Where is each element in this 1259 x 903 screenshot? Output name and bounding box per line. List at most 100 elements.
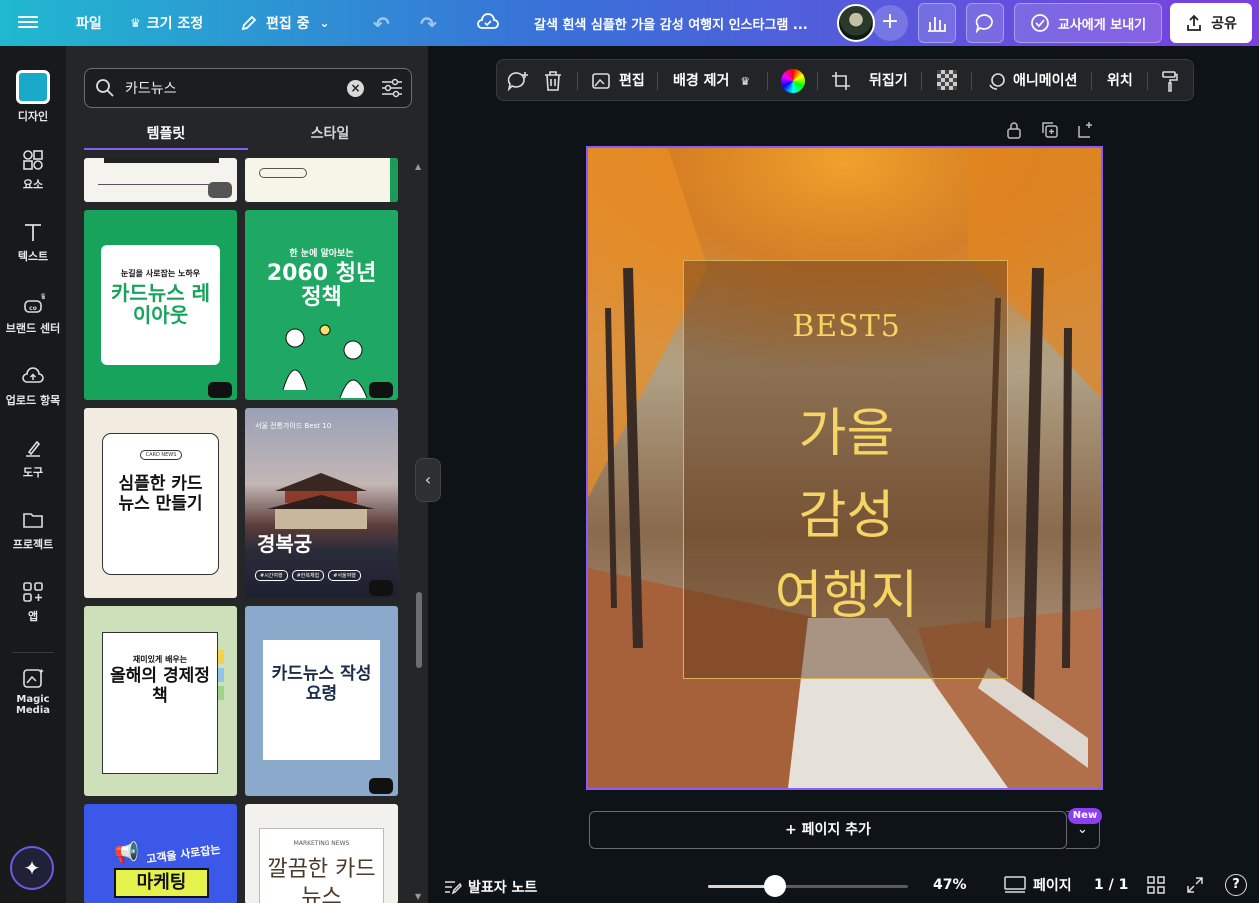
scroll-thumb[interactable]: [416, 592, 422, 668]
collapse-panel-button[interactable]: ‹: [415, 458, 441, 502]
template-card[interactable]: [84, 158, 237, 202]
grid-view-icon[interactable]: [1147, 876, 1165, 894]
template-card[interactable]: [245, 158, 398, 202]
template-card[interactable]: 고객을 사로잡는 마케팅 📢: [84, 804, 237, 903]
magic-assistant-button[interactable]: ✦: [10, 846, 54, 890]
scroll-up-arrow[interactable]: ▲: [415, 162, 421, 171]
rail-label: 도구: [22, 466, 44, 479]
rail-magic-media[interactable]: ✦ Magic Media: [0, 666, 66, 716]
redo-icon[interactable]: ↷: [420, 12, 437, 36]
duplicate-page-icon[interactable]: [1041, 121, 1059, 139]
cloud-saved-icon[interactable]: [476, 11, 500, 37]
add-comment-icon[interactable]: [507, 71, 529, 91]
text-overlay-box[interactable]: BEST5 가을 감성 여행지: [683, 260, 1008, 679]
document-title[interactable]: 갈색 흰색 심플한 가을 감성 여행지 인스타그램 ...: [534, 0, 808, 46]
panel-scrollbar[interactable]: ▲ ▼: [415, 162, 423, 902]
zoom-slider[interactable]: [708, 885, 908, 888]
card-decoration: [390, 158, 398, 202]
file-menu[interactable]: 파일: [76, 0, 102, 46]
undo-icon[interactable]: ↶: [373, 12, 390, 36]
bottom-bar: 발표자 노트 47% 페이지 1 / 1 ?: [428, 867, 1259, 903]
template-card[interactable]: MARKETING NEWS 깔끔한 카드뉴스: [245, 804, 398, 903]
animation-button[interactable]: 애니메이션: [987, 60, 1077, 102]
scroll-down-arrow[interactable]: ▼: [415, 892, 421, 901]
check-circle-icon: [1031, 14, 1049, 32]
add-page-icon[interactable]: [1077, 121, 1095, 139]
rail-label: 요소: [22, 178, 44, 191]
folder-icon: [23, 513, 43, 528]
template-pro-icon: [369, 778, 393, 794]
card-tab: [218, 650, 224, 664]
send-to-teacher-button[interactable]: 교사에게 보내기: [1014, 3, 1162, 43]
card-title: 올해의 경제정책: [110, 666, 210, 706]
template-card[interactable]: 카드뉴스 작성요령: [245, 606, 398, 796]
tab-styles[interactable]: 스타일: [248, 120, 412, 148]
headline-line-2[interactable]: 감성: [684, 473, 1009, 548]
template-pro-icon: [369, 382, 393, 398]
lock-icon[interactable]: [1006, 121, 1022, 139]
rail-projects[interactable]: 프로젝트: [0, 508, 66, 552]
color-picker-button[interactable]: [781, 69, 805, 93]
avatar[interactable]: [837, 4, 875, 42]
rail-design[interactable]: 디자인: [0, 70, 66, 124]
crop-icon[interactable]: [831, 71, 851, 91]
template-card[interactable]: 재미있게 배우는 올해의 경제정책: [84, 606, 237, 796]
filter-icon[interactable]: [381, 78, 403, 98]
canvas-toolbar: 편집 배경 제거 ♛ 뒤집기 애니메이션 위치: [496, 59, 1194, 101]
template-card[interactable]: CARD NEWS 심플한 카드뉴스 만들기: [84, 408, 237, 598]
template-card[interactable]: 한 눈에 알아보는 2060 청년정책: [245, 210, 398, 400]
paint-roller-icon[interactable]: [1161, 70, 1179, 92]
card-badge: CARD NEWS: [140, 450, 182, 460]
card-tab: [218, 668, 224, 682]
flip-button[interactable]: 뒤집기: [869, 60, 908, 102]
edit-mode-dropdown[interactable]: 편집 중 ⌄: [240, 0, 330, 46]
fullscreen-icon[interactable]: [1186, 876, 1204, 894]
help-icon[interactable]: ?: [1225, 874, 1247, 896]
rail-label: 앱: [27, 610, 39, 623]
template-card[interactable]: 눈길을 사로잡는 노하우 카드뉴스 레이아웃: [84, 210, 237, 400]
card-title: 깔끔한 카드뉴스: [267, 857, 376, 903]
text-icon: [25, 224, 41, 241]
position-button[interactable]: 위치: [1107, 60, 1133, 102]
rail-brand[interactable]: co ♛ 브랜드 센터: [0, 292, 66, 336]
template-card[interactable]: 서울 전통가이드 Best 10 경복궁 #시간여행 #한복체험 #서울여행: [245, 408, 398, 598]
pages-view-button[interactable]: 페이지: [1004, 875, 1072, 895]
search-icon: [96, 79, 114, 97]
toolbar-divider: [817, 72, 818, 90]
edit-image-button[interactable]: 편집: [591, 60, 645, 102]
remove-background-button[interactable]: 배경 제거 ♛: [673, 60, 750, 102]
upload-icon: [22, 367, 44, 383]
add-page-button[interactable]: + 페이지 추가: [589, 811, 1067, 849]
share-button[interactable]: 공유: [1170, 3, 1252, 43]
add-collaborator-button[interactable]: +: [872, 5, 908, 41]
rail-apps[interactable]: 앱: [0, 580, 66, 624]
analytics-button[interactable]: [918, 3, 956, 43]
notes-icon: [445, 881, 462, 895]
search-field[interactable]: 카드뉴스 ×: [84, 68, 412, 108]
design-canvas[interactable]: BEST5 가을 감성 여행지: [586, 146, 1103, 790]
rail-tools[interactable]: 도구: [0, 436, 66, 480]
transparency-icon[interactable]: [937, 70, 957, 90]
rail-text[interactable]: 텍스트: [0, 220, 66, 264]
menu-icon[interactable]: [18, 13, 38, 33]
rail-elements[interactable]: 요소: [0, 148, 66, 192]
best-label[interactable]: BEST5: [684, 309, 1009, 344]
toolbar-divider: [657, 72, 658, 90]
zoom-slider-handle[interactable]: [764, 875, 786, 897]
card-subtitle: 서울 전통가이드 Best 10: [255, 422, 332, 430]
search-input[interactable]: 카드뉴스: [125, 78, 177, 98]
toolbar-divider: [921, 72, 922, 90]
headline-line-3[interactable]: 여행지: [684, 553, 1009, 628]
rail-label: 프로젝트: [12, 538, 54, 551]
rail-uploads[interactable]: 업로드 항목: [0, 364, 66, 408]
resize-button[interactable]: ♛ 크기 조정: [130, 0, 203, 46]
trash-icon[interactable]: [543, 70, 563, 92]
tab-templates[interactable]: 템플릿: [84, 120, 248, 150]
clear-icon[interactable]: ×: [347, 80, 364, 97]
headline-line-1[interactable]: 가을: [684, 391, 1009, 466]
presenter-notes-button[interactable]: 발표자 노트: [444, 877, 537, 897]
svg-text:✦: ✦: [38, 667, 45, 676]
top-bar: 파일 ♛ 크기 조정 편집 중 ⌄ ↶ ↷ 갈색 흰색 심플한 가을 감성 여행…: [0, 0, 1259, 46]
comments-button[interactable]: [966, 3, 1004, 43]
zoom-percentage[interactable]: 47%: [933, 877, 967, 893]
